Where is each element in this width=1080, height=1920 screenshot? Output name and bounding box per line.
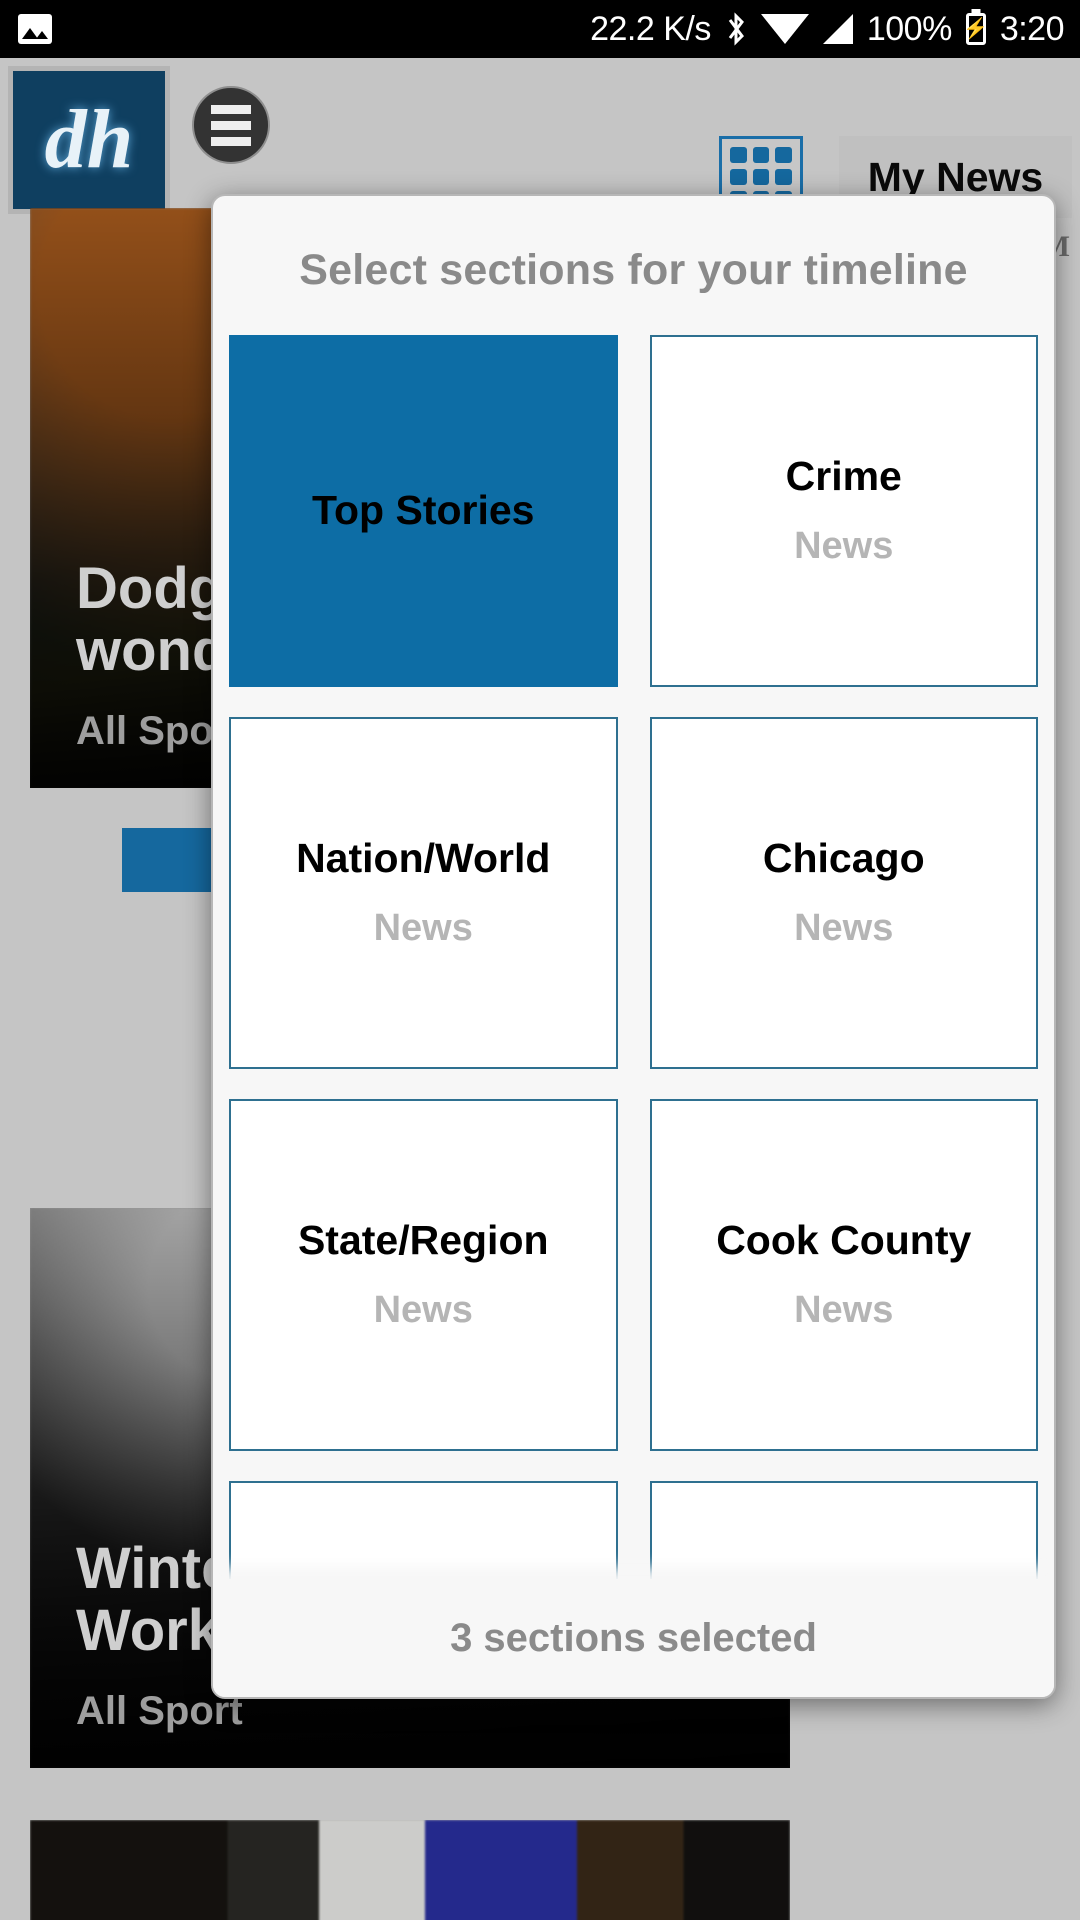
section-tile[interactable]: Crime News [649, 335, 1038, 687]
section-tile[interactable]: Nation/World News [229, 717, 618, 1069]
section-tile-name: Chicago [762, 834, 925, 881]
section-tile-name: Cook County [716, 1216, 972, 1263]
section-tile-category: News [794, 525, 894, 568]
section-tile[interactable] [229, 1481, 618, 1579]
section-tile-category: News [373, 1289, 473, 1332]
section-tile-name: Crime [785, 452, 902, 499]
dialog-footer: 3 sections selected [213, 1579, 1054, 1697]
section-tile-category: News [794, 1289, 894, 1332]
section-tile[interactable] [649, 1481, 1038, 1579]
section-selector-dialog: Select sections for your timeline Top St… [211, 194, 1056, 1699]
section-tile-name: Top Stories [312, 487, 535, 534]
section-tile-name: State/Region [297, 1216, 549, 1263]
section-tile-name: Nation/World [296, 834, 551, 881]
section-tile[interactable]: Top Stories [229, 335, 618, 687]
dialog-title: Select sections for your timeline [299, 246, 968, 294]
selected-count-label: 3 sections selected [450, 1615, 817, 1660]
section-tile-category: News [373, 907, 473, 950]
phone-screen: 22.2 K/s 100% ⚡ 3:20 dh My News Dodge wo… [0, 0, 1080, 1920]
section-tile-grid: Top Stories Crime News Nation/World News Chic… [213, 335, 1054, 1579]
section-tile[interactable]: Cook County News [649, 1099, 1038, 1451]
section-tile[interactable]: State/Region News [229, 1099, 618, 1451]
section-tile[interactable]: Chicago News [649, 717, 1038, 1069]
section-tile-category: News [794, 907, 894, 950]
